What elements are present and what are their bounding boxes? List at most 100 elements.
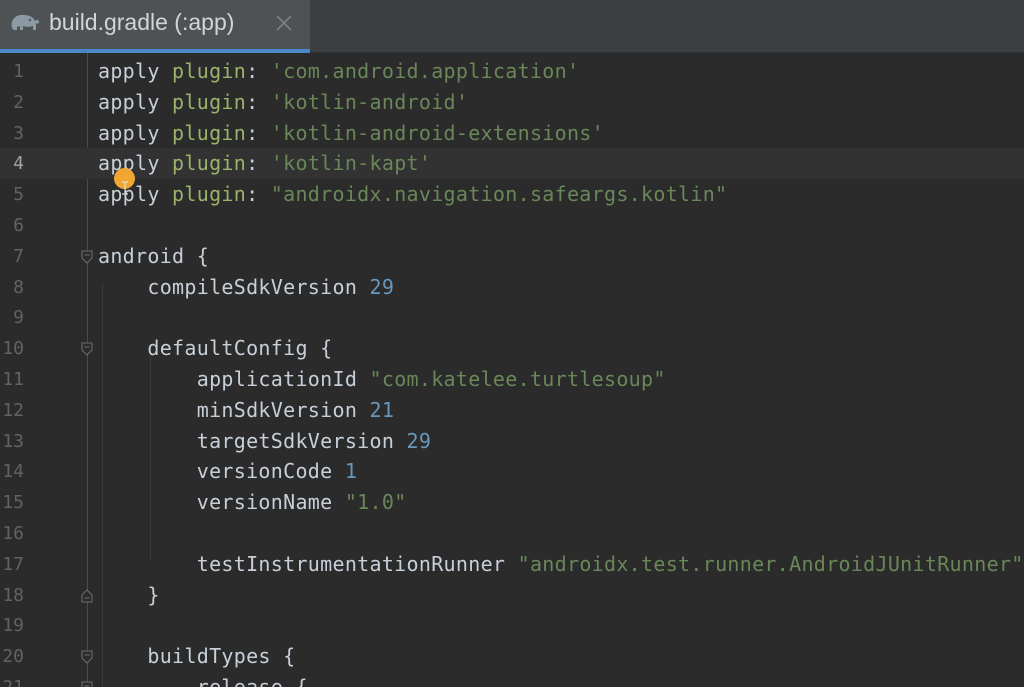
- line-number[interactable]: 18: [0, 585, 24, 606]
- code-line[interactable]: 10 defaultConfig {: [0, 333, 1024, 364]
- code-text[interactable]: apply plugin: 'kotlin-android-extensions…: [98, 121, 604, 145]
- code-text[interactable]: apply plugin: 'com.android.application': [98, 59, 579, 83]
- code-text[interactable]: android {: [98, 244, 209, 268]
- line-number[interactable]: 16: [0, 523, 24, 544]
- code-text[interactable]: }: [98, 583, 160, 607]
- fold-open-icon[interactable]: [81, 342, 93, 356]
- code-line[interactable]: 11 applicationId "com.katelee.turtlesoup…: [0, 364, 1024, 395]
- line-number[interactable]: 13: [0, 431, 24, 452]
- line-number[interactable]: 1: [0, 61, 24, 82]
- tab-title: build.gradle (:app): [49, 9, 235, 35]
- code-token-plain: apply: [98, 120, 173, 145]
- code-token-plain: compileSdkVersion: [98, 274, 370, 299]
- code-line[interactable]: 3 apply plugin: 'kotlin-android-extension…: [0, 118, 1024, 149]
- code-line[interactable]: 20 buildTypes {: [0, 641, 1024, 672]
- line-number[interactable]: 2: [0, 92, 24, 113]
- code-line[interactable]: 8 compileSdkVersion 29: [0, 272, 1024, 303]
- code-token-str: 'kotlin-kapt': [270, 151, 432, 176]
- code-token-str: "com.katelee.turtlesoup": [369, 367, 666, 391]
- code-token-plain: testInstrumentationRunner: [98, 551, 518, 576]
- line-number[interactable]: 14: [0, 461, 24, 482]
- code-token-plain: :: [246, 59, 271, 83]
- line-number[interactable]: 9: [0, 307, 24, 328]
- line-number[interactable]: 21: [0, 677, 24, 687]
- line-number[interactable]: 7: [0, 246, 24, 267]
- code-text[interactable]: compileSdkVersion 29: [98, 275, 394, 299]
- code-text[interactable]: buildTypes {: [98, 644, 295, 668]
- line-number[interactable]: 8: [0, 277, 24, 298]
- line-number[interactable]: 19: [0, 615, 24, 636]
- fold-open-icon[interactable]: [81, 650, 93, 664]
- code-token-num: 29: [406, 428, 432, 453]
- code-token-method: plugin: [172, 151, 247, 176]
- code-line[interactable]: 13 targetSdkVersion 29: [0, 426, 1024, 457]
- code-line[interactable]: 15 versionName "1.0": [0, 487, 1024, 518]
- code-token-method: plugin: [172, 182, 247, 207]
- code-token-plain: applicationId: [98, 367, 370, 391]
- code-text[interactable]: testInstrumentationRunner "androidx.test…: [98, 552, 1024, 576]
- code-line[interactable]: 16: [0, 518, 1024, 549]
- code-token-str: "androidx.navigation.safeargs.kotlin": [270, 182, 728, 207]
- tab-build-gradle-app[interactable]: build.gradle (:app): [0, 0, 310, 53]
- code-line[interactable]: 19: [0, 610, 1024, 641]
- code-line[interactable]: 6: [0, 210, 1024, 241]
- code-line[interactable]: 5 apply plugin: "androidx.navigation.safe…: [0, 179, 1024, 210]
- line-number[interactable]: 10: [0, 338, 24, 359]
- code-text[interactable]: defaultConfig {: [98, 336, 332, 360]
- fold-open-icon[interactable]: [81, 681, 93, 687]
- code-token-method: plugin: [172, 120, 247, 145]
- code-token-plain: apply: [98, 182, 173, 207]
- close-icon[interactable]: [274, 13, 294, 33]
- code-token-method: plugin: [172, 59, 247, 83]
- line-number[interactable]: 4: [0, 153, 24, 174]
- line-number[interactable]: 12: [0, 400, 24, 421]
- code-line[interactable]: 17 testInstrumentationRunner "androidx.t…: [0, 549, 1024, 580]
- code-line[interactable]: 7 android {: [0, 241, 1024, 272]
- code-line[interactable]: 21 release {: [0, 672, 1024, 687]
- code-token-str: 'kotlin-android-extensions': [270, 120, 604, 145]
- code-token-str: "1.0": [344, 490, 407, 515]
- code-token-plain: :: [246, 120, 271, 145]
- code-line[interactable]: 1 apply plugin: 'com.android.application': [0, 56, 1024, 87]
- line-number[interactable]: 5: [0, 184, 24, 205]
- gradle-elephant-icon: [11, 14, 40, 30]
- code-token-num: 1: [344, 459, 358, 484]
- code-line[interactable]: 14 versionCode 1: [0, 456, 1024, 487]
- code-text[interactable]: versionCode 1: [98, 459, 357, 483]
- code-line[interactable]: 4 apply plugin: 'kotlin-kapt': [0, 148, 1024, 180]
- code-text[interactable]: minSdkVersion 21: [98, 398, 394, 422]
- line-number[interactable]: 15: [0, 492, 24, 513]
- editor-tab-bar: build.gradle (:app): [0, 0, 1024, 53]
- code-token-plain: minSdkVersion: [98, 397, 370, 422]
- code-token-num: 29: [369, 274, 395, 299]
- code-text[interactable]: apply plugin: "androidx.navigation.safea…: [98, 182, 727, 206]
- code-text[interactable]: release {: [98, 675, 308, 687]
- code-line[interactable]: 18 }: [0, 580, 1024, 611]
- line-number[interactable]: 3: [0, 123, 24, 144]
- line-number[interactable]: 20: [0, 646, 24, 667]
- code-token-num: 21: [369, 397, 395, 422]
- code-token-plain: targetSdkVersion: [98, 428, 407, 453]
- code-token-plain: versionName: [98, 490, 345, 515]
- code-token-str: 'kotlin-android': [270, 89, 469, 114]
- fold-open-icon[interactable]: [81, 250, 93, 264]
- code-token-plain: apply: [98, 151, 173, 176]
- line-number[interactable]: 17: [0, 554, 24, 575]
- code-text[interactable]: apply plugin: 'kotlin-kapt': [98, 151, 431, 175]
- code-line[interactable]: 9: [0, 302, 1024, 333]
- code-token-plain: :: [246, 182, 271, 207]
- line-number[interactable]: 11: [0, 369, 24, 390]
- code-text[interactable]: versionName "1.0": [98, 490, 407, 514]
- code-token-str: "androidx.test.runner.AndroidJUnitRunner…: [517, 551, 1024, 576]
- code-text[interactable]: applicationId "com.katelee.turtlesoup": [98, 367, 666, 391]
- code-editor[interactable]: 1 apply plugin: 'com.android.application'…: [0, 53, 1024, 687]
- fold-close-icon[interactable]: [81, 588, 93, 603]
- code-token-plain: apply: [98, 59, 173, 83]
- code-token-method: plugin: [172, 89, 247, 114]
- code-text[interactable]: targetSdkVersion 29: [98, 429, 431, 453]
- code-line[interactable]: 12 minSdkVersion 21: [0, 395, 1024, 426]
- line-number[interactable]: 6: [0, 215, 24, 236]
- code-line[interactable]: 2 apply plugin: 'kotlin-android': [0, 87, 1024, 118]
- code-token-plain: :: [246, 89, 271, 114]
- code-text[interactable]: apply plugin: 'kotlin-android': [98, 90, 468, 114]
